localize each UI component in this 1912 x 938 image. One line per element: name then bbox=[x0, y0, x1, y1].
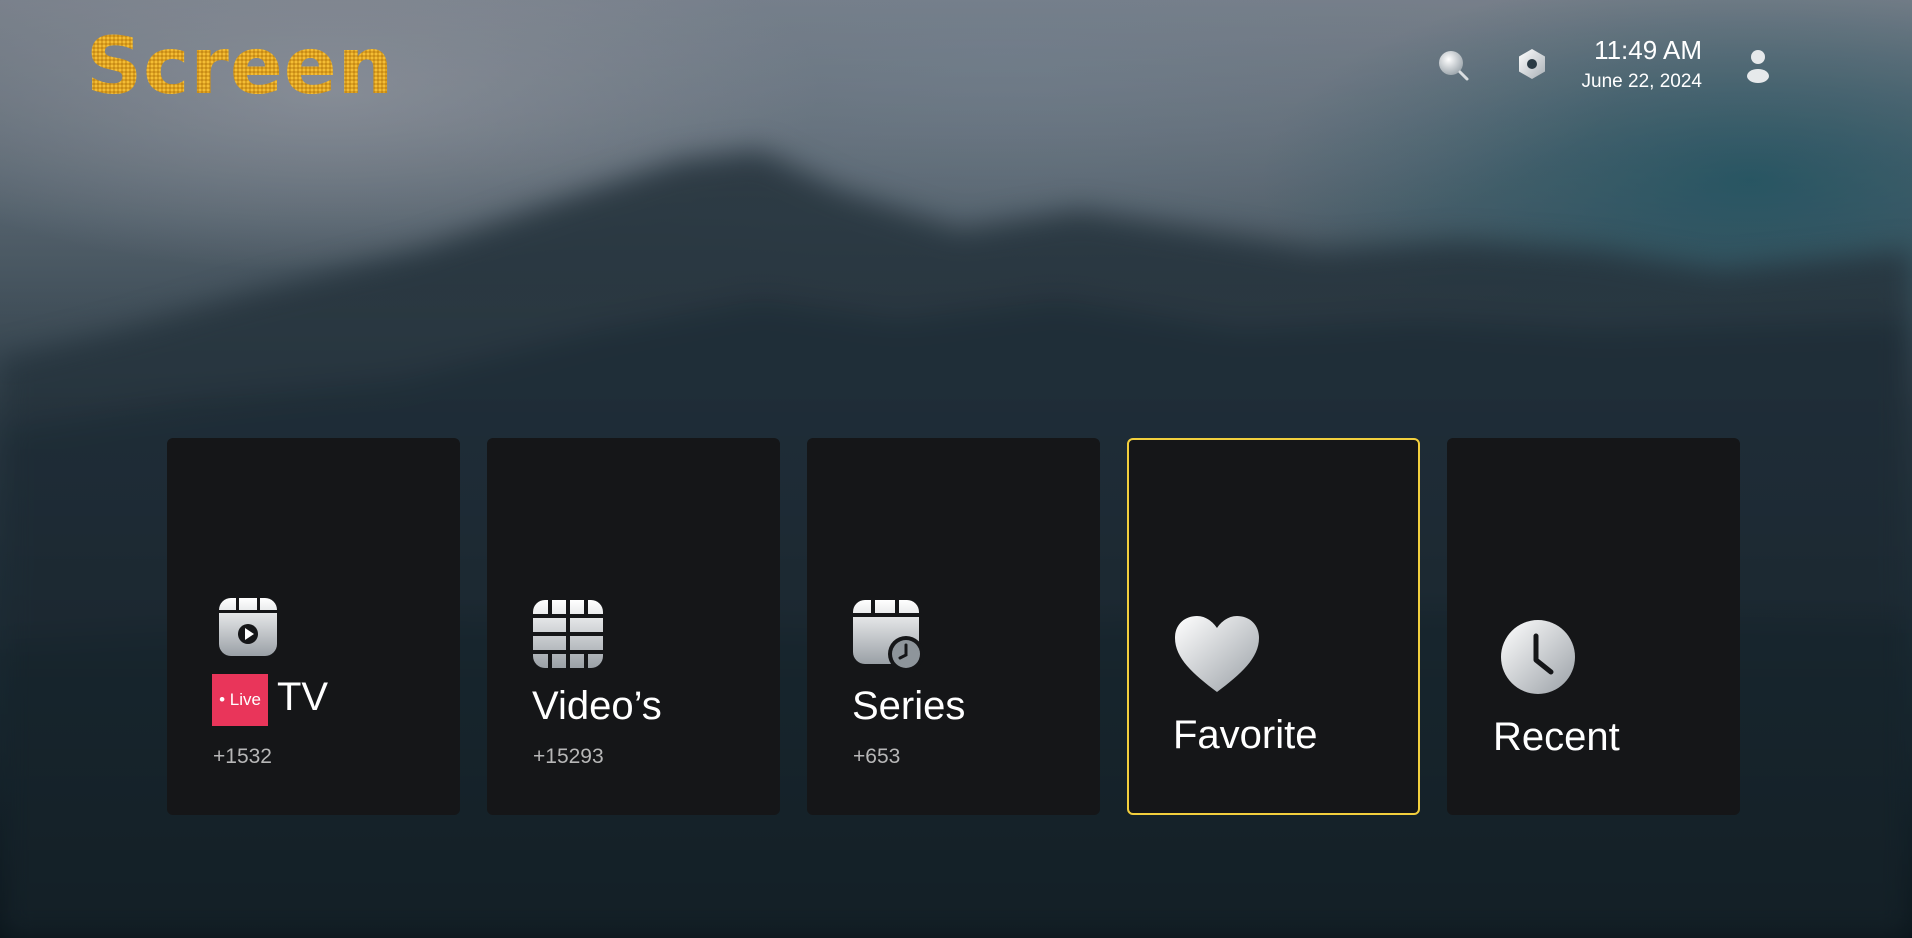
settings-icon bbox=[1519, 49, 1545, 79]
search-icon bbox=[1439, 51, 1469, 81]
heart-icon bbox=[1175, 616, 1259, 692]
settings-button[interactable] bbox=[1514, 46, 1550, 82]
card-title: TV bbox=[277, 675, 329, 719]
card-count: +15293 bbox=[533, 745, 604, 768]
card-recent[interactable]: Recent bbox=[1447, 438, 1740, 815]
card-title: Video’s bbox=[532, 684, 662, 728]
search-button[interactable] bbox=[1436, 48, 1472, 84]
profile-button[interactable] bbox=[1740, 46, 1776, 86]
card-videos[interactable]: Video’s +15293 bbox=[487, 438, 780, 815]
film-grid-icon bbox=[533, 600, 603, 668]
clock-display: 11:49 AM June 22, 2024 bbox=[1582, 34, 1702, 94]
app-logo[interactable]: Screen bbox=[86, 28, 394, 106]
current-time: 11:49 AM bbox=[1594, 35, 1702, 65]
card-live-tv[interactable]: • Live TV +1532 bbox=[167, 438, 460, 815]
profile-icon bbox=[1747, 50, 1769, 83]
card-title: Recent bbox=[1493, 715, 1620, 759]
card-favorite[interactable]: Favorite bbox=[1127, 438, 1420, 815]
series-clock-icon bbox=[853, 600, 924, 672]
card-count: +653 bbox=[853, 745, 901, 768]
card-title: Series bbox=[852, 684, 966, 728]
card-count: +1532 bbox=[213, 745, 272, 768]
home-screen: Screen 11:49 AM June 22, 2024 • Live TV … bbox=[0, 0, 1912, 938]
live-badge: • Live bbox=[212, 674, 268, 726]
live-tv-icon bbox=[219, 598, 277, 656]
card-series[interactable]: Series +653 bbox=[807, 438, 1100, 815]
category-cards: • Live TV +1532 Video’s +15293 Series +6… bbox=[167, 438, 1740, 815]
clock-icon bbox=[1501, 620, 1575, 694]
card-title: Favorite bbox=[1173, 713, 1318, 757]
current-date: June 22, 2024 bbox=[1581, 71, 1702, 92]
